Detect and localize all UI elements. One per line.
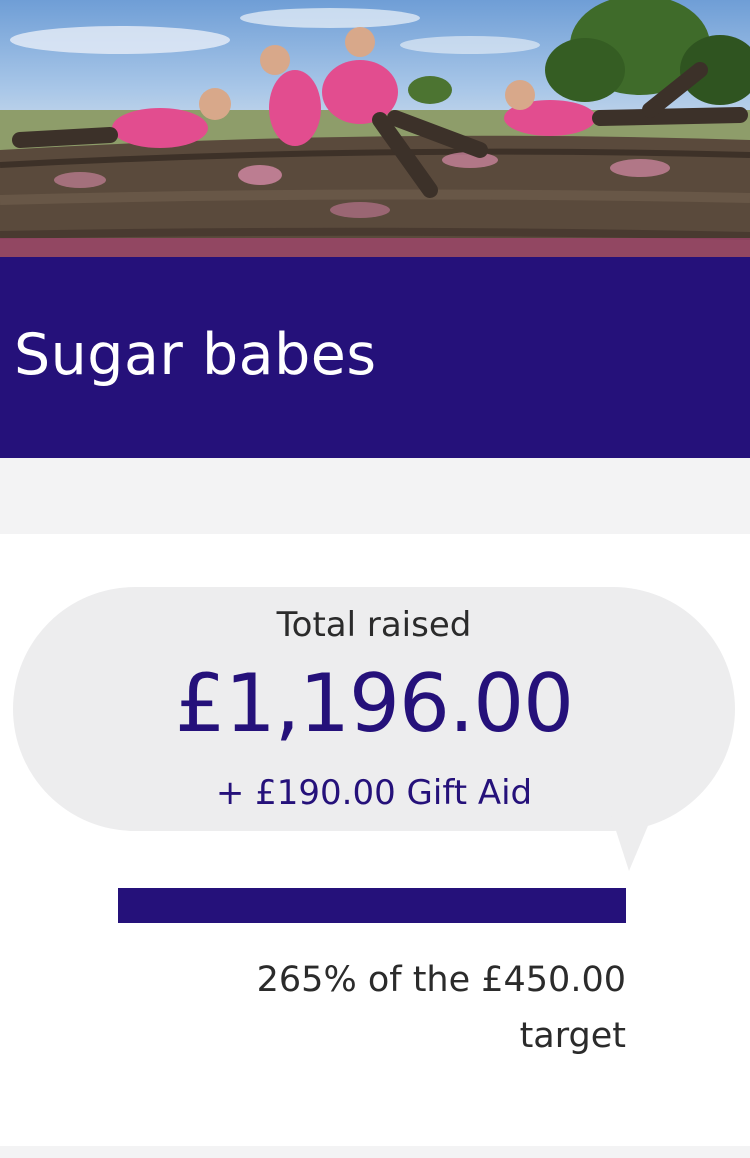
page-title: Sugar babes (14, 321, 377, 388)
section-divider (0, 458, 750, 534)
bottom-divider (0, 1146, 750, 1158)
mud-obstacle-photo (0, 0, 750, 257)
speech-bubble-tail (609, 809, 655, 871)
hero-image (0, 0, 750, 257)
progress-bar-fill (118, 888, 626, 923)
title-banner: Sugar babes (0, 257, 750, 458)
total-raised-amount: £1,196.00 (174, 657, 574, 750)
total-raised-bubble: Total raised £1,196.00 + £190.00 Gift Ai… (13, 587, 735, 872)
target-progress-line-2: target (519, 1016, 626, 1056)
progress-bar (118, 888, 626, 923)
total-raised-label: Total raised (276, 605, 472, 645)
target-progress-line: 265% of the £450.00 (256, 960, 626, 1000)
target-progress-text: 265% of the £450.00 target (118, 952, 626, 1064)
gift-aid-amount: + £190.00 Gift Aid (215, 773, 533, 813)
